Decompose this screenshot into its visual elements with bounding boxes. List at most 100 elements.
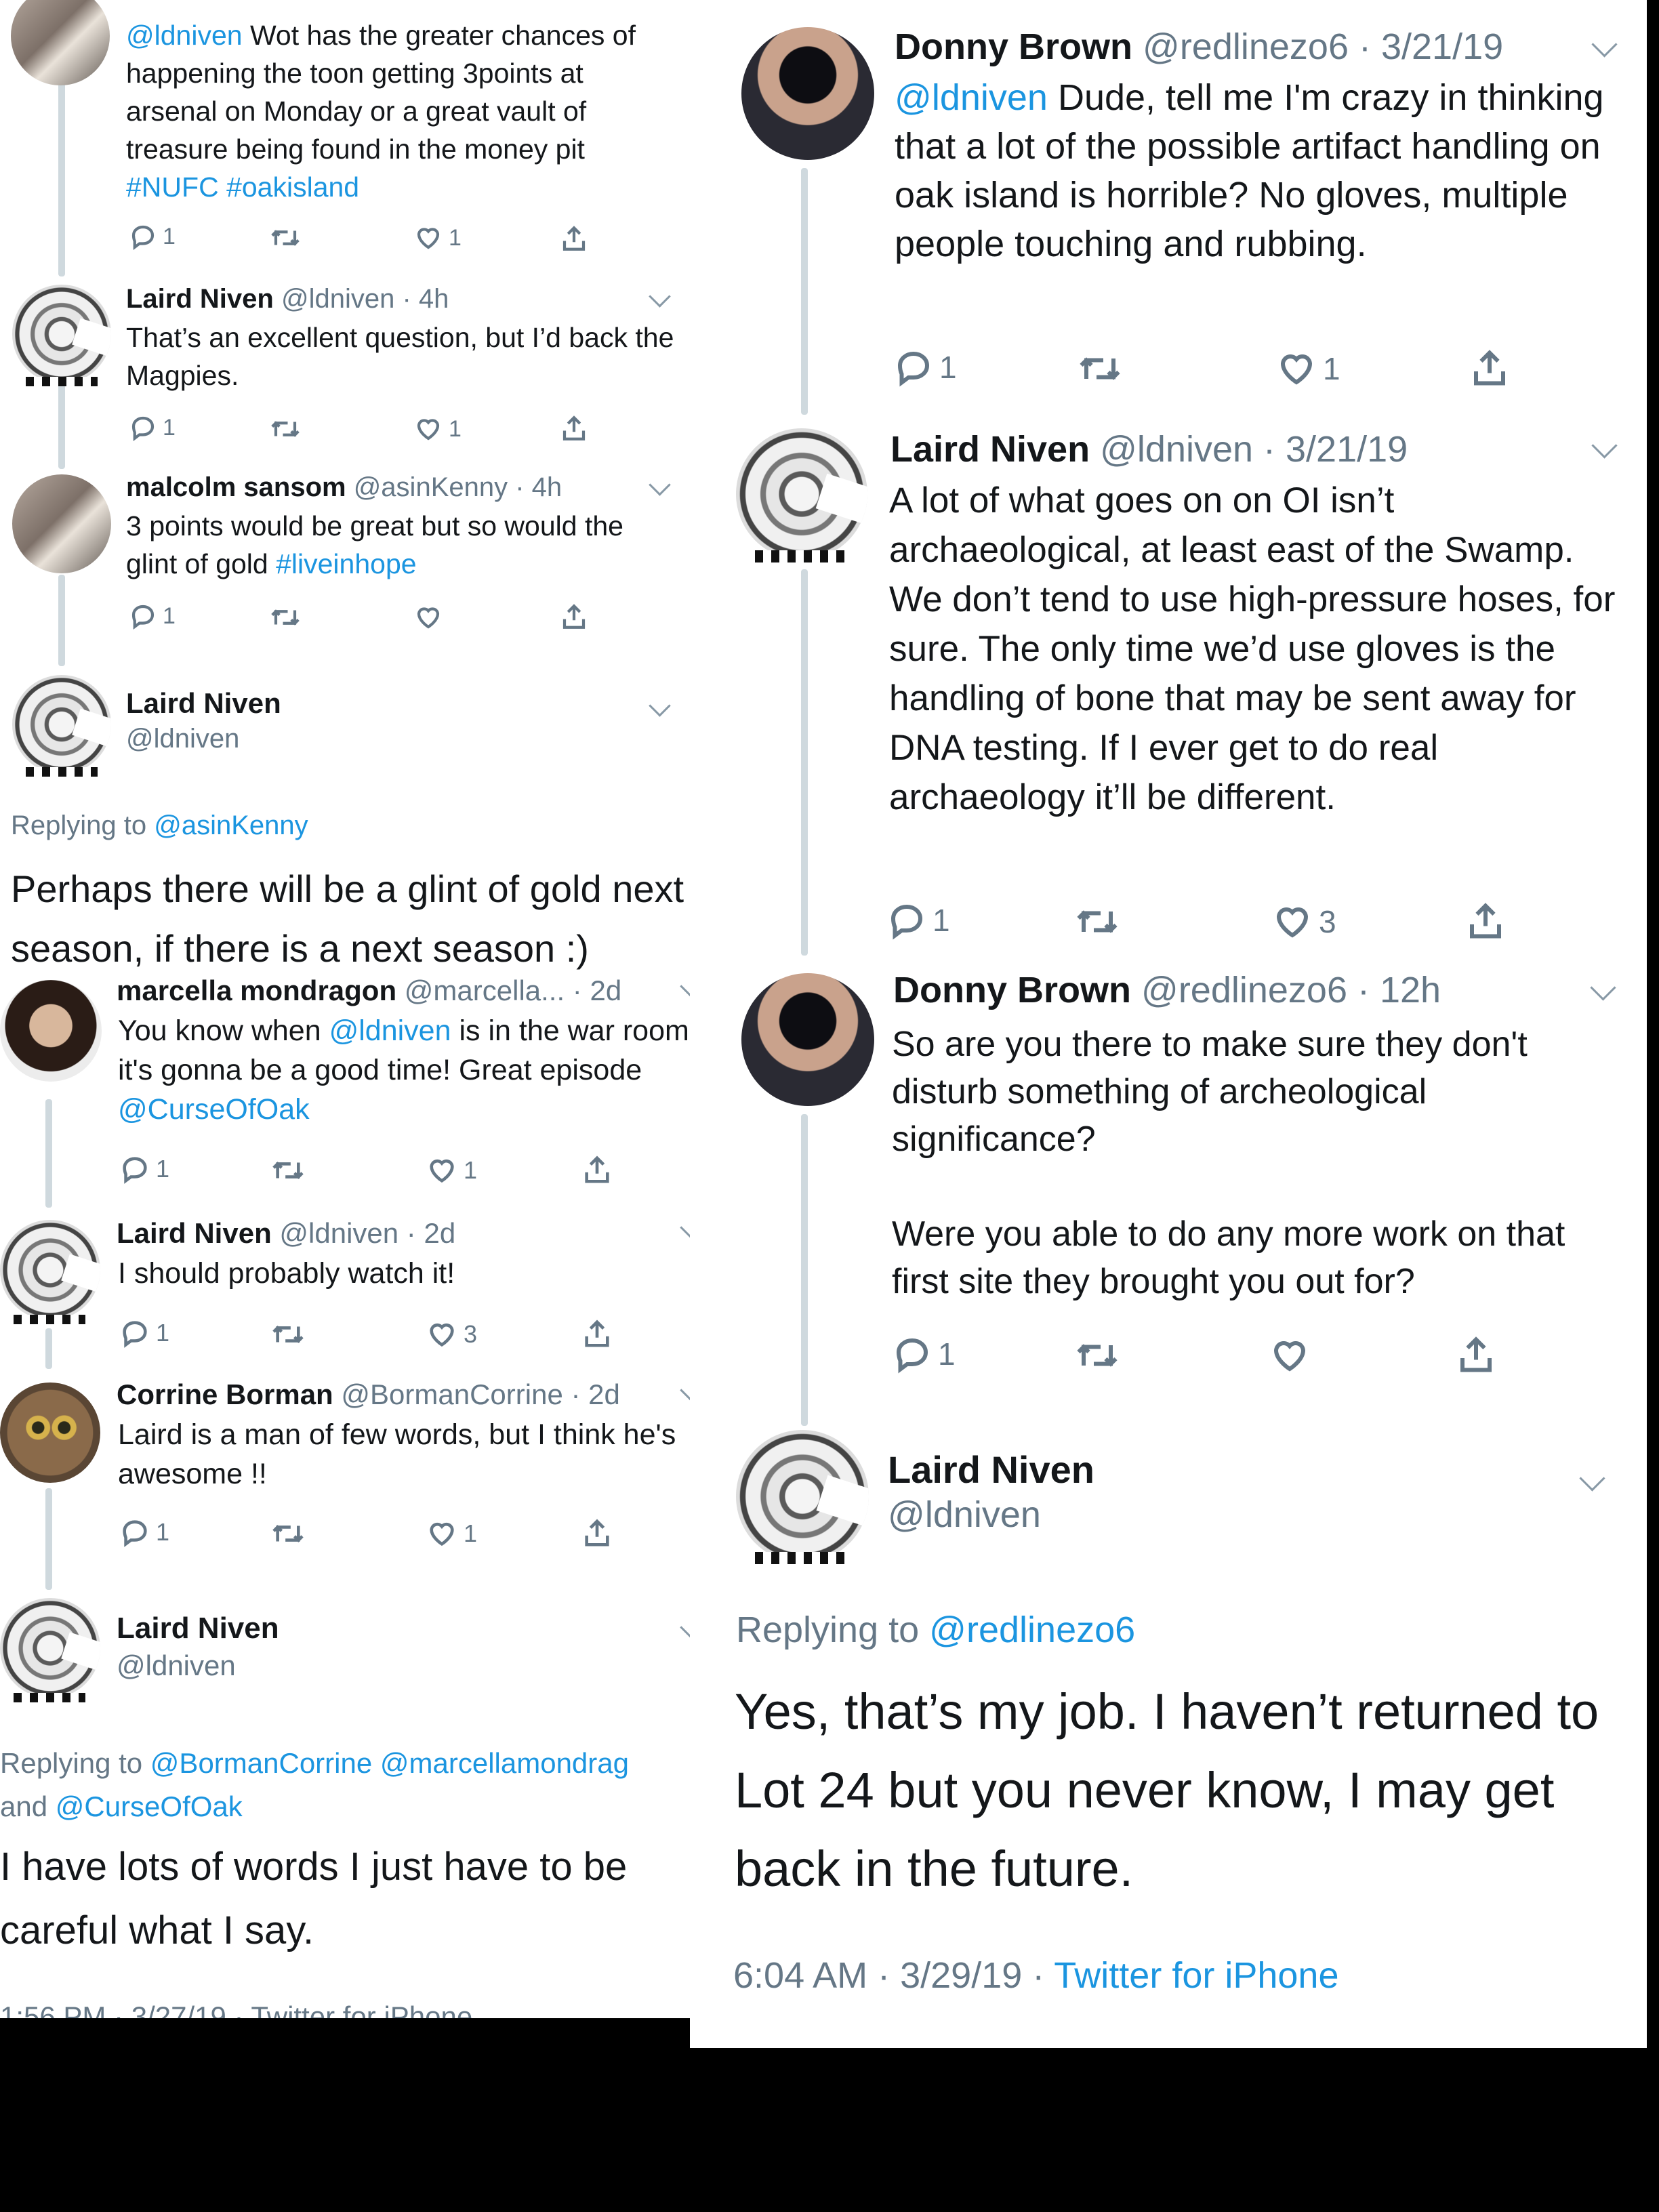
share-button[interactable] xyxy=(1465,900,1506,942)
display-name[interactable]: marcella mondragon xyxy=(117,975,396,1006)
retweet-button[interactable] xyxy=(268,603,302,632)
handle[interactable]: @ldniven xyxy=(126,724,239,754)
hashtag-link[interactable]: #liveinhope xyxy=(276,548,416,579)
reply-button[interactable]: 1 xyxy=(892,1334,956,1374)
display-name[interactable]: Laird Niven xyxy=(890,429,1090,470)
like-button[interactable]: 3 xyxy=(426,1319,477,1350)
handle[interactable]: @redlinezo6 · 3/21/19 xyxy=(1143,26,1503,67)
like-button[interactable] xyxy=(1269,1335,1316,1376)
mention-link[interactable]: @ldniven xyxy=(126,20,243,51)
share-button[interactable] xyxy=(560,413,588,443)
reply-icon xyxy=(123,1520,147,1547)
chevron-down-icon[interactable] xyxy=(649,695,671,717)
mention-link[interactable]: @BormanCorrine @marcellamondrag xyxy=(150,1747,629,1779)
right-screenshot-panel: Donny Brown @redlinezo6 · 3/21/19 @ldniv… xyxy=(690,0,1647,2048)
hashtag-link[interactable]: #NUFC #oakisland xyxy=(126,171,359,203)
share-icon xyxy=(1460,1336,1492,1372)
retweet-button[interactable] xyxy=(268,224,302,252)
like-button[interactable]: 3 xyxy=(1271,901,1336,942)
like-button[interactable]: 1 xyxy=(413,224,462,252)
display-name[interactable]: Donny Brown xyxy=(893,970,1131,1010)
like-button[interactable] xyxy=(413,603,449,632)
retweet-button[interactable] xyxy=(268,415,302,443)
display-name[interactable]: Laird Niven xyxy=(117,1217,272,1249)
retweet-button[interactable] xyxy=(1076,348,1124,389)
like-button[interactable]: 1 xyxy=(426,1155,477,1186)
chevron-down-icon[interactable] xyxy=(1579,1465,1605,1492)
tweet-text: @ldniven Wot has the greater chances of … xyxy=(126,20,636,203)
tweet-text: I should probably watch it! xyxy=(118,1257,455,1290)
reply-button[interactable]: 1 xyxy=(886,900,950,941)
share-button[interactable] xyxy=(1469,347,1510,389)
reply-button[interactable]: 1 xyxy=(129,602,176,630)
display-name[interactable]: malcolm sansom xyxy=(126,472,346,502)
handle[interactable]: @ldniven · 4h xyxy=(281,284,449,314)
avatar[interactable] xyxy=(736,428,867,560)
avatar[interactable] xyxy=(12,285,111,384)
tweet-text: You know when @ldniven is in the war roo… xyxy=(118,1015,689,1126)
share-button[interactable] xyxy=(581,1153,613,1186)
mention-link[interactable]: @ldniven xyxy=(329,1015,451,1047)
mention-link[interactable]: @CurseOfOak xyxy=(118,1093,310,1126)
share-button[interactable] xyxy=(581,1317,613,1350)
avatar[interactable] xyxy=(0,1598,100,1698)
avatar[interactable] xyxy=(741,973,874,1106)
avatar[interactable] xyxy=(0,980,102,1082)
avatar[interactable] xyxy=(0,1382,100,1483)
retweet-button[interactable] xyxy=(270,1518,306,1549)
retweet-button[interactable] xyxy=(270,1155,306,1186)
handle[interactable]: @ldniven · 3/21/19 xyxy=(1100,429,1408,470)
display-name[interactable]: Laird Niven xyxy=(888,1448,1094,1492)
avatar[interactable] xyxy=(0,1220,100,1320)
like-button[interactable]: 1 xyxy=(426,1518,477,1549)
mention-link[interactable]: @redlinezo6 xyxy=(929,1610,1135,1650)
avatar[interactable] xyxy=(741,27,874,160)
mention-link[interactable]: @CurseOfOak xyxy=(56,1790,243,1822)
chevron-down-icon[interactable] xyxy=(1591,31,1618,58)
chevron-down-icon[interactable] xyxy=(649,285,671,308)
handle[interactable]: @asinKenny · 4h xyxy=(354,472,562,502)
handle[interactable]: @BormanCorrine · 2d xyxy=(341,1378,619,1410)
reply-button[interactable]: 1 xyxy=(129,413,176,442)
reply-icon xyxy=(890,904,923,940)
reply-button[interactable]: 1 xyxy=(119,1517,169,1548)
display-name[interactable]: Laird Niven xyxy=(126,687,281,720)
display-name[interactable]: Laird Niven xyxy=(117,1612,279,1645)
reply-button[interactable]: 1 xyxy=(119,1153,169,1185)
avatar[interactable] xyxy=(736,1430,869,1563)
handle[interactable]: @ldniven · 2d xyxy=(279,1217,455,1249)
handle[interactable]: @ldniven xyxy=(888,1494,1041,1536)
retweet-button[interactable] xyxy=(1073,901,1121,942)
handle[interactable]: @ldniven xyxy=(117,1650,236,1682)
reply-button[interactable]: 1 xyxy=(119,1317,169,1349)
chevron-down-icon[interactable] xyxy=(1591,432,1618,459)
like-button[interactable]: 1 xyxy=(1275,348,1340,389)
reply-icon xyxy=(897,351,930,387)
display-name[interactable]: Laird Niven xyxy=(126,284,274,314)
client-link[interactable]: Twitter for iPhone xyxy=(1054,1955,1338,1996)
mention-link[interactable]: @asinKenny xyxy=(154,811,308,840)
thread-line xyxy=(801,1114,808,1426)
share-button[interactable] xyxy=(1456,1334,1496,1376)
avatar[interactable] xyxy=(11,0,110,85)
display-name[interactable]: Corrine Borman xyxy=(117,1378,333,1410)
retweet-button[interactable] xyxy=(1073,1335,1121,1376)
mention-link[interactable]: @ldniven xyxy=(895,77,1048,118)
retweet-button[interactable] xyxy=(270,1319,306,1350)
like-button[interactable]: 1 xyxy=(413,415,462,443)
avatar[interactable] xyxy=(12,675,111,774)
retweet-icon xyxy=(1077,910,1118,933)
handle[interactable]: @redlinezo6 · 12h xyxy=(1141,970,1441,1010)
avatar[interactable] xyxy=(12,474,111,573)
share-button[interactable] xyxy=(581,1517,613,1549)
avatar-checker-band xyxy=(14,1315,85,1324)
reply-button[interactable]: 1 xyxy=(893,347,957,388)
tweet-text: 3 points would be great but so would the… xyxy=(126,510,623,579)
share-button[interactable] xyxy=(560,224,588,253)
reply-button[interactable]: 1 xyxy=(129,222,176,251)
chevron-down-icon[interactable] xyxy=(649,474,671,496)
share-button[interactable] xyxy=(560,602,588,632)
handle[interactable]: @marcella... · 2d xyxy=(405,975,621,1006)
chevron-down-icon[interactable] xyxy=(1590,975,1616,1001)
display-name[interactable]: Donny Brown xyxy=(895,26,1132,67)
